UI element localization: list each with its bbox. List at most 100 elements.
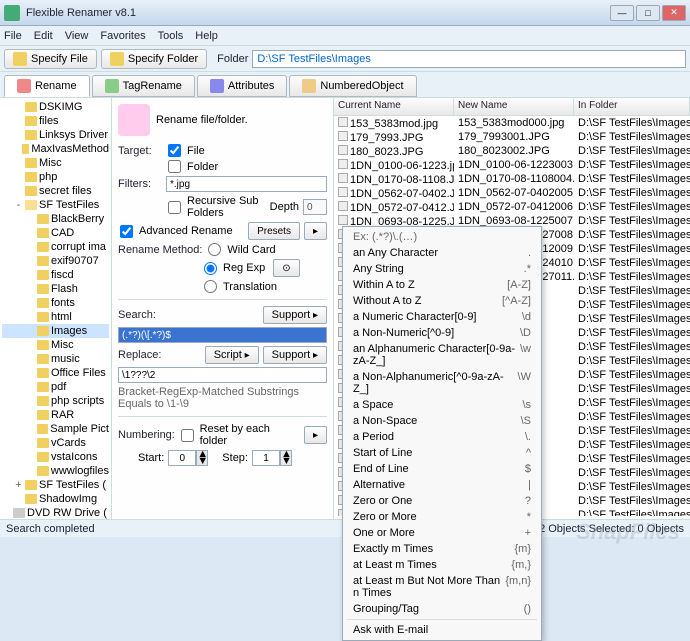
menu-item[interactable]: One or More+	[343, 525, 541, 541]
menu-item[interactable]: Alternative|	[343, 477, 541, 493]
tree-node[interactable]: fiscd	[2, 268, 109, 282]
specify-file-button[interactable]: Specify File	[4, 49, 97, 69]
search-support-button[interactable]: Support ▸	[263, 306, 327, 324]
tree-node[interactable]: fonts	[2, 296, 109, 310]
menu-help[interactable]: Help	[195, 30, 218, 42]
menu-item[interactable]: an Any Character.	[343, 245, 541, 261]
regexp-help-button[interactable]: ⊙	[273, 259, 299, 277]
tree-node[interactable]: exif90707	[2, 254, 109, 268]
script-button[interactable]: Script ▸	[205, 346, 259, 364]
menu-item[interactable]: Zero or One?	[343, 493, 541, 509]
tree-node[interactable]: DVD RW Drive (	[2, 506, 109, 519]
table-row[interactable]: 179_7993.JPG179_7993001.JPGD:\SF TestFil…	[334, 130, 690, 144]
tab-tagrename[interactable]: TagRename	[92, 75, 195, 97]
menu-item[interactable]: Without A to Z[^A-Z]	[343, 293, 541, 309]
tree-node[interactable]: BlackBerry	[2, 212, 109, 226]
table-row[interactable]: 180_8023.JPG180_8023002.JPGD:\SF TestFil…	[334, 144, 690, 158]
reset-each-checkbox[interactable]	[181, 429, 194, 442]
numbering-more-button[interactable]: ▸	[304, 426, 327, 444]
tree-node[interactable]: html	[2, 310, 109, 324]
filters-input[interactable]	[166, 176, 327, 192]
minimize-button[interactable]: —	[610, 5, 634, 21]
recursive-checkbox[interactable]	[168, 201, 181, 214]
tree-node[interactable]: php	[2, 170, 109, 184]
menu-tools[interactable]: Tools	[158, 30, 184, 42]
wildcard-radio[interactable]	[208, 243, 221, 256]
table-row[interactable]: 1DN_0562-07-0402.JPG1DN_0562-07-0402005.…	[334, 186, 690, 200]
tree-node[interactable]: secret files	[2, 184, 109, 198]
tree-node[interactable]: Flash	[2, 282, 109, 296]
menu-edit[interactable]: Edit	[34, 30, 53, 42]
step-spinner[interactable]: ▲▼	[252, 450, 292, 466]
menu-view[interactable]: View	[65, 30, 89, 42]
tree-node[interactable]: Misc	[2, 156, 109, 170]
start-spinner[interactable]: ▲▼	[168, 450, 208, 466]
tree-node[interactable]: Sample Pict	[2, 422, 109, 436]
menu-item[interactable]: at Least m Times{m,}	[343, 557, 541, 573]
tree-node[interactable]: vCards	[2, 436, 109, 450]
replace-input[interactable]	[118, 367, 327, 383]
menu-item[interactable]: an Alphanumeric Character[0-9a-zA-Z_]\w	[343, 341, 541, 369]
menu-item[interactable]: a Non-Space\S	[343, 413, 541, 429]
advanced-checkbox[interactable]	[120, 225, 133, 238]
col-current-name[interactable]: Current Name	[334, 98, 454, 115]
menu-item[interactable]: End of Line$	[343, 461, 541, 477]
menu-item[interactable]: a Period\.	[343, 429, 541, 445]
tree-node[interactable]: CAD	[2, 226, 109, 240]
tree-node[interactable]: MaxIvasMethod	[2, 142, 109, 156]
tree-node[interactable]: wwwlogfiles	[2, 464, 109, 478]
translation-radio[interactable]	[204, 280, 217, 293]
target-file-checkbox[interactable]	[168, 144, 181, 157]
menu-item[interactable]: a Non-Numeric[^0-9]\D	[343, 325, 541, 341]
target-folder-checkbox[interactable]	[168, 160, 181, 173]
table-row[interactable]: 1DN_0170-08-1108.JPG1DN_0170-08-1108004.…	[334, 172, 690, 186]
menu-item[interactable]: a Space\s	[343, 397, 541, 413]
tree-node[interactable]: Images	[2, 324, 109, 338]
tab-numberedobject[interactable]: NumberedObject	[289, 75, 416, 97]
menu-item[interactable]: Zero or More*	[343, 509, 541, 525]
folder-tree[interactable]: DSKIMGfilesLinksys DriverMaxIvasMethodMi…	[2, 100, 109, 519]
col-new-name[interactable]: New Name	[454, 98, 574, 115]
menu-item[interactable]: Start of Line^	[343, 445, 541, 461]
tree-node[interactable]: vstaIcons	[2, 450, 109, 464]
table-row[interactable]: 153_5383mod.jpg153_5383mod000.jpgD:\SF T…	[334, 116, 690, 130]
tab-attributes[interactable]: Attributes	[197, 75, 287, 97]
tree-node[interactable]: files	[2, 114, 109, 128]
search-input[interactable]	[118, 327, 327, 343]
path-input[interactable]	[252, 50, 686, 68]
tree-node[interactable]: DSKIMG	[2, 100, 109, 114]
presets-button[interactable]: Presets	[248, 222, 300, 240]
tree-node[interactable]: Misc	[2, 338, 109, 352]
menu-item[interactable]: Exactly m Times{m}	[343, 541, 541, 557]
replace-support-button[interactable]: Support ▸	[263, 346, 327, 364]
menu-item[interactable]: Grouping/Tag()	[343, 601, 541, 617]
menu-ask-email[interactable]: Ask with E-mail	[343, 622, 541, 638]
menu-item[interactable]: a Non-Alphanumeric[^0-9a-zA-Z_]\W	[343, 369, 541, 397]
table-row[interactable]: 1DN_0100-06-1223.jpg1DN_0100-06-1223003.…	[334, 158, 690, 172]
tree-node[interactable]: -SF TestFiles	[2, 198, 109, 212]
menu-item[interactable]: Any String.*	[343, 261, 541, 277]
regexp-radio[interactable]	[204, 262, 217, 275]
presets-dropdown-button[interactable]: ▸	[304, 222, 327, 240]
tree-node[interactable]: music	[2, 352, 109, 366]
tree-node[interactable]: Linksys Driver	[2, 128, 109, 142]
rename-title: Rename file/folder.	[156, 114, 248, 126]
tree-node[interactable]: +SF TestFiles (	[2, 478, 109, 492]
tree-node[interactable]: RAR	[2, 408, 109, 422]
maximize-button[interactable]: □	[636, 5, 660, 21]
tree-node[interactable]: Office Files	[2, 366, 109, 380]
tree-node[interactable]: ShadowImg	[2, 492, 109, 506]
col-in-folder[interactable]: In Folder	[574, 98, 690, 115]
menu-file[interactable]: File	[4, 30, 22, 42]
tree-node[interactable]: php scripts	[2, 394, 109, 408]
menu-favorites[interactable]: Favorites	[100, 30, 145, 42]
specify-folder-button[interactable]: Specify Folder	[101, 49, 207, 69]
tab-rename[interactable]: Rename	[4, 75, 90, 97]
table-row[interactable]: 1DN_0572-07-0412.JPG1DN_0572-07-0412006.…	[334, 200, 690, 214]
tree-node[interactable]: corrupt ima	[2, 240, 109, 254]
menu-item[interactable]: a Numeric Character[0-9]\d	[343, 309, 541, 325]
close-button[interactable]: ✕	[662, 5, 686, 21]
menu-item[interactable]: at Least m But Not More Than n Times{m,n…	[343, 573, 541, 601]
menu-item[interactable]: Within A to Z[A-Z]	[343, 277, 541, 293]
tree-node[interactable]: pdf	[2, 380, 109, 394]
